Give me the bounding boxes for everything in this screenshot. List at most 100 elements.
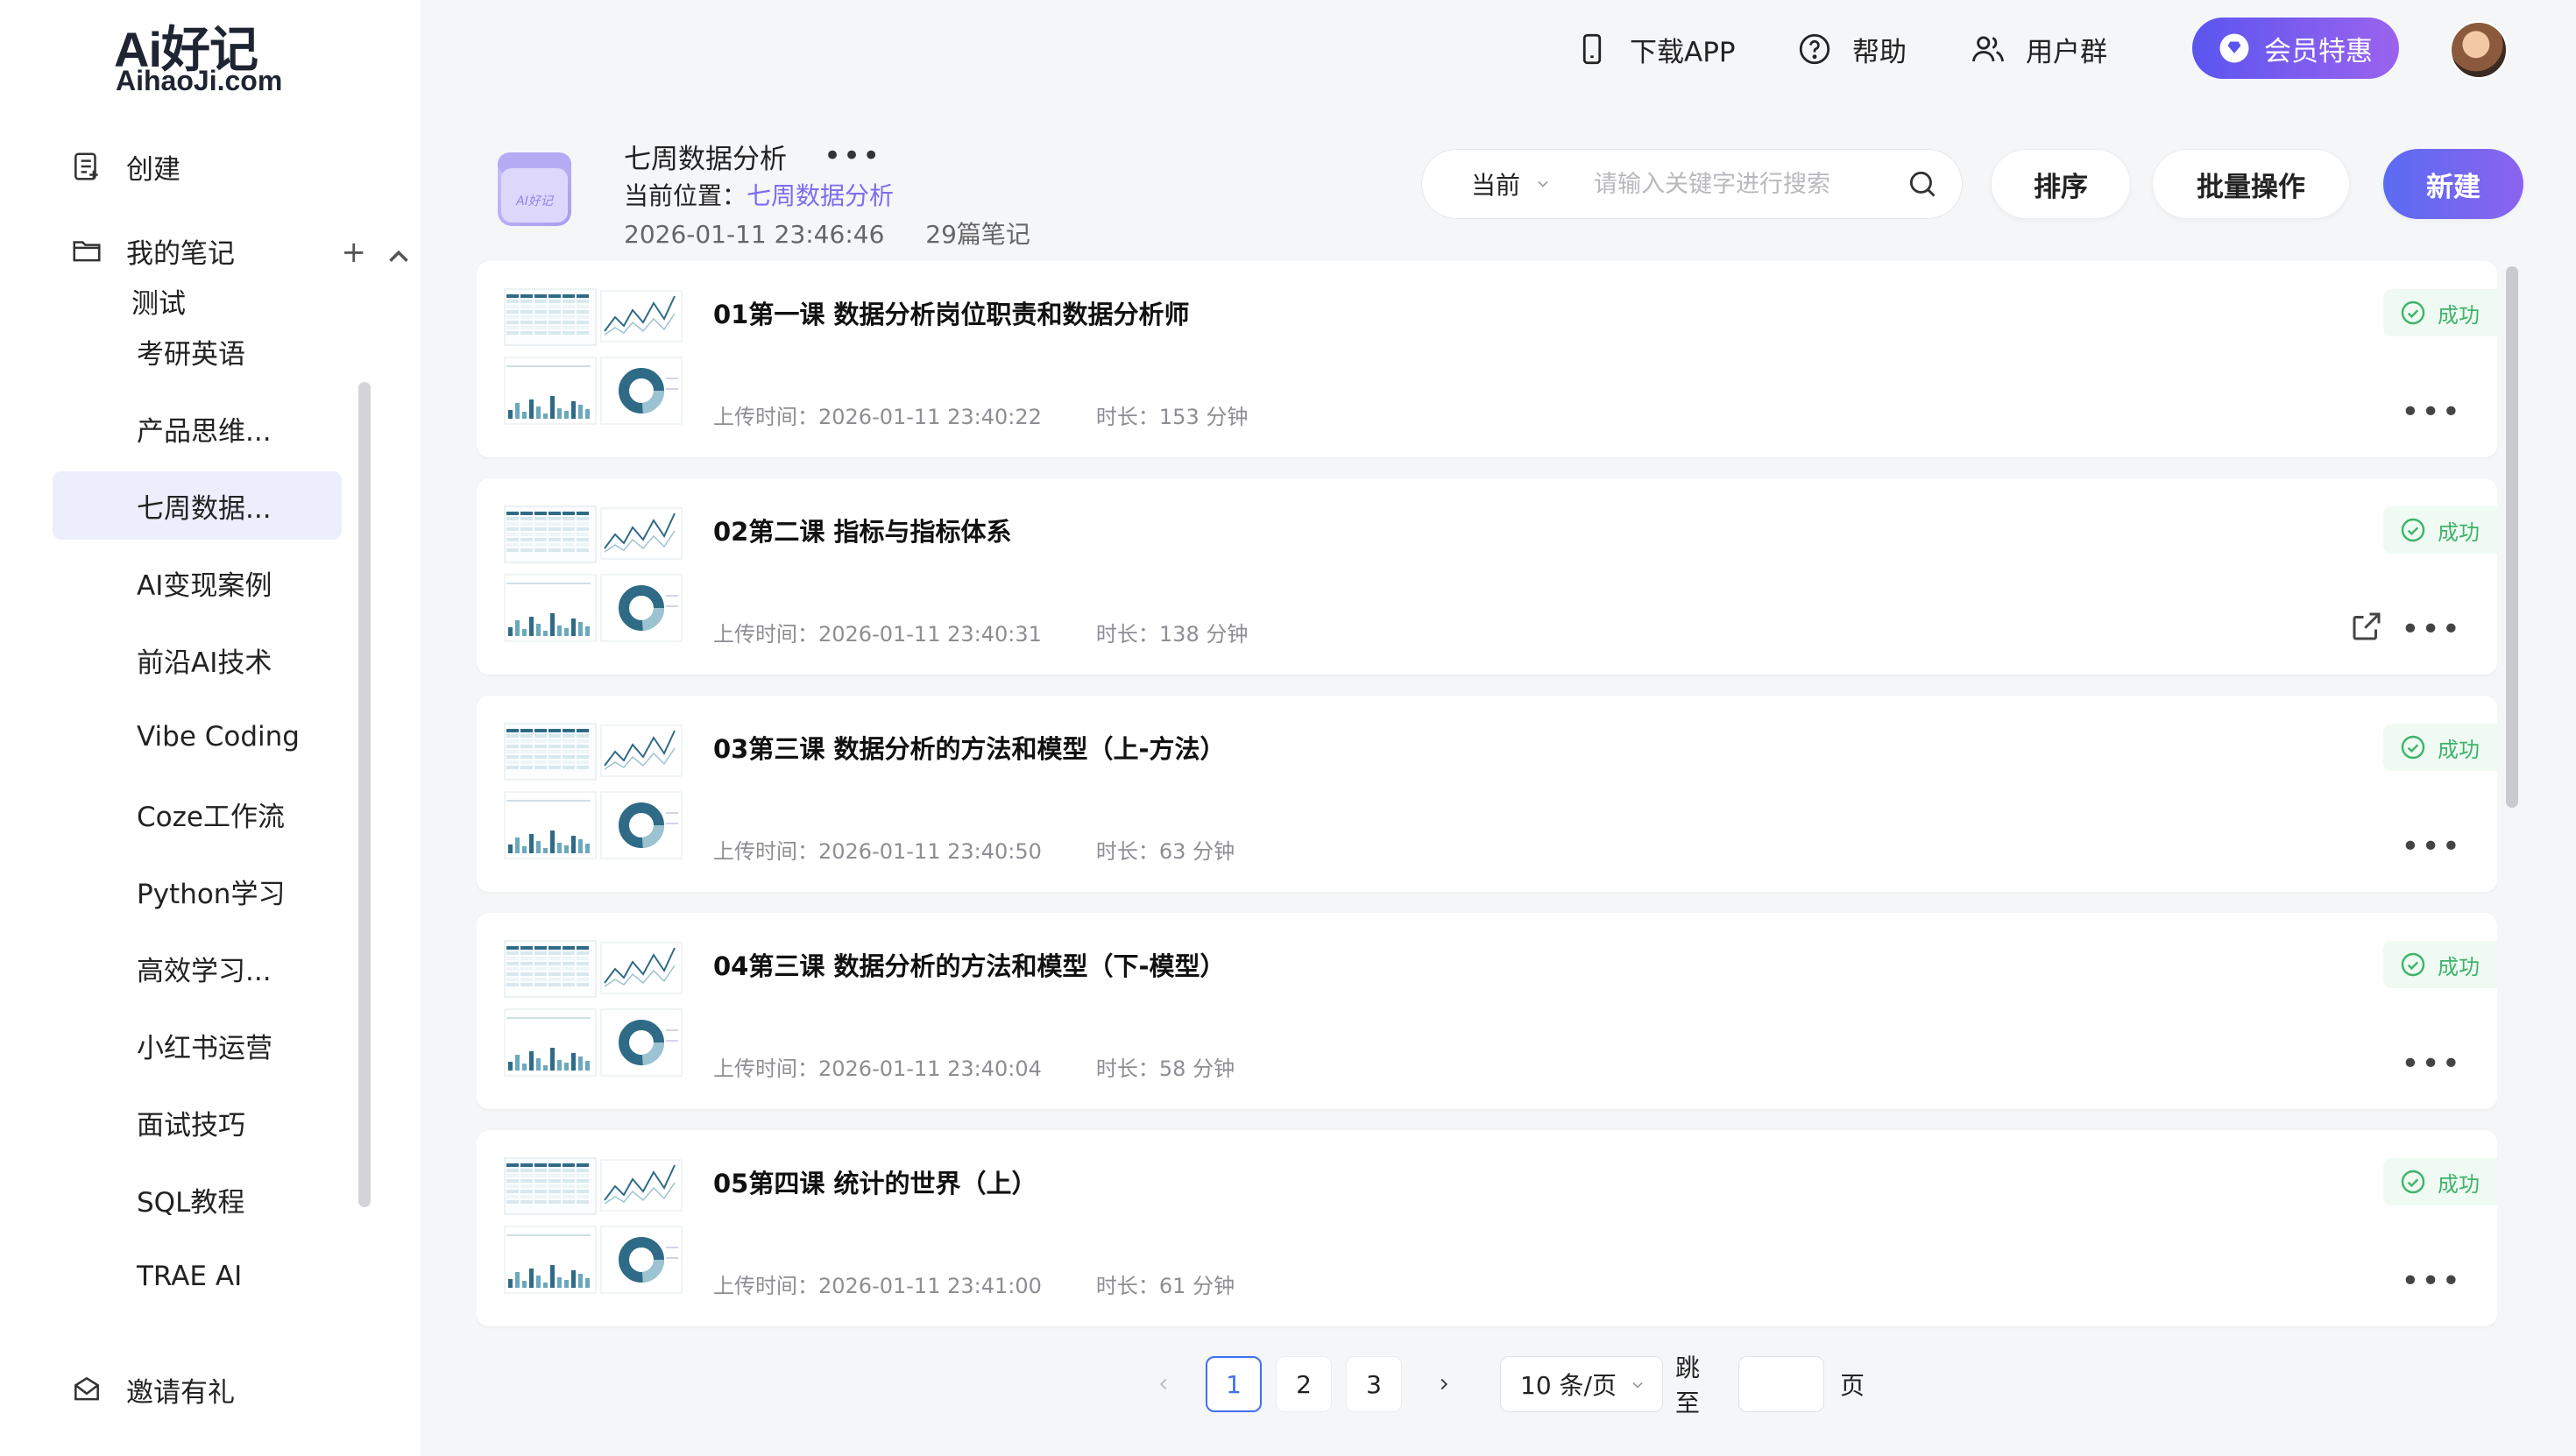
- note-card[interactable]: 03第三课 数据分析的方法和模型（上-方法） 上传时间：2026-01-11 2…: [477, 696, 2497, 892]
- sidebar-notebook-item[interactable]: 面试技巧: [53, 1088, 342, 1156]
- status-badge: 成功: [2383, 941, 2497, 988]
- batch-operation-button[interactable]: 批量操作: [2152, 149, 2350, 219]
- page-suffix: 页: [1840, 1356, 1865, 1412]
- check-circle-icon: [2401, 735, 2425, 760]
- check-circle-icon: [2401, 1170, 2425, 1194]
- note-duration: 时长：138 分钟: [1095, 622, 1249, 647]
- jump-label-text: 跳至: [1675, 1354, 1701, 1417]
- status-label: 成功: [2438, 519, 2480, 545]
- note-thumbnail: [503, 505, 685, 647]
- page-button[interactable]: 2: [1276, 1356, 1332, 1412]
- nav-invite[interactable]: 邀请有礼: [70, 1363, 235, 1416]
- download-app-link[interactable]: 下载APP: [1574, 25, 1736, 74]
- jump-page-input[interactable]: [1738, 1356, 1824, 1412]
- app-logo[interactable]: Ai好记 AihaoJi.com: [114, 11, 307, 96]
- note-more-icon[interactable]: •••: [2401, 1263, 2462, 1299]
- sidebar-notebook-item[interactable]: Coze工作流: [53, 780, 342, 848]
- folder-icon: [73, 241, 101, 262]
- page-size-select[interactable]: 10 条/页: [1500, 1356, 1663, 1412]
- sidebar-notebook-label: 考研英语: [137, 338, 245, 371]
- svg-text:AI好记: AI好记: [515, 194, 555, 209]
- note-meta: 上传时间：2026-01-11 23:40:50 时长：63 分钟: [713, 834, 1235, 865]
- search-scope-select[interactable]: 当前: [1471, 166, 1552, 201]
- sidebar-notebook-item[interactable]: TRAE AI: [53, 1242, 342, 1311]
- search-input[interactable]: [1592, 169, 1886, 199]
- note-title: 04第三课 数据分析的方法和模型（下-模型）: [713, 951, 1226, 981]
- breadcrumb-link[interactable]: 七周数据分析: [747, 181, 894, 210]
- sidebar-notebook-label: 产品思维...: [137, 415, 272, 448]
- note-card[interactable]: 02第二课 指标与指标体系 上传时间：2026-01-11 23:40:31 时长…: [477, 478, 2497, 675]
- sidebar-notebook-item[interactable]: SQL教程: [53, 1165, 342, 1233]
- sidebar: Ai好记 AihaoJi.com 创建 我的笔记 + 测试 考研英语 产品思维...…: [0, 0, 421, 1456]
- search-icon[interactable]: [1906, 167, 1939, 201]
- note-card[interactable]: 05第四课 统计的世界（上） 上传时间：2026-01-11 23:41:00 时…: [477, 1130, 2497, 1326]
- sidebar-notebook-item[interactable]: 高效学习...: [53, 934, 342, 1002]
- next-page-button[interactable]: [1419, 1356, 1468, 1412]
- user-avatar[interactable]: [2450, 21, 2508, 79]
- note-meta: 上传时间：2026-01-11 23:40:04 时长：58 分钟: [713, 1051, 1235, 1082]
- note-thumbnail: [503, 1156, 685, 1298]
- sidebar-scrollbar[interactable]: [358, 382, 371, 1207]
- note-list: 01第一课 数据分析岗位职责和数据分析师 上传时间：2026-01-11 23:…: [477, 261, 2497, 1332]
- sidebar-notebook-item[interactable]: 考研英语: [53, 317, 342, 385]
- note-upload-time: 上传时间：2026-01-11 23:40:50: [713, 839, 1042, 864]
- help-icon: [1799, 33, 1830, 65]
- note-meta: 上传时间：2026-01-11 23:40:22 时长：153 分钟: [713, 399, 1248, 430]
- note-duration: 时长：63 分钟: [1095, 839, 1235, 864]
- note-card[interactable]: 04第三课 数据分析的方法和模型（下-模型） 上传时间：2026-01-11 2…: [477, 913, 2497, 1109]
- notebook-more-icon[interactable]: •••: [824, 138, 881, 173]
- vip-offer-button[interactable]: 会员特惠: [2192, 18, 2399, 79]
- notebook-timestamp: 2026-01-11 23:46:46: [624, 220, 885, 249]
- diamond-icon: [2219, 33, 2249, 63]
- sidebar-notebook-item[interactable]: Python学习: [53, 857, 342, 925]
- check-circle-icon: [2401, 952, 2425, 977]
- sidebar-notebook-item[interactable]: 产品思维...: [53, 394, 342, 463]
- create-note-icon: [74, 152, 98, 180]
- chevron-down-icon: [1632, 1382, 1643, 1389]
- sidebar-notebook-item[interactable]: Vibe Coding: [53, 703, 342, 771]
- note-duration: 时长：61 分钟: [1095, 1274, 1235, 1298]
- nav-create[interactable]: 创建: [70, 140, 180, 193]
- sort-button[interactable]: 排序: [1991, 149, 2131, 219]
- chevron-left-icon: [1159, 1378, 1167, 1390]
- note-duration: 时长：153 分钟: [1095, 405, 1249, 429]
- sidebar-notebook-label: Python学习: [137, 878, 286, 910]
- status-label: 成功: [2438, 1171, 2480, 1197]
- search-bar: 当前: [1421, 149, 1963, 219]
- share-icon[interactable]: [2348, 608, 2385, 645]
- sidebar-notebook-label: SQL教程: [137, 1186, 245, 1219]
- user-group-link[interactable]: 用户群: [1970, 25, 2107, 74]
- note-more-icon[interactable]: •••: [2401, 611, 2462, 647]
- check-circle-icon: [2401, 300, 2425, 325]
- note-more-icon[interactable]: •••: [2401, 1046, 2462, 1082]
- note-more-icon[interactable]: •••: [2401, 394, 2462, 430]
- chevron-up-icon[interactable]: [382, 240, 415, 273]
- sidebar-notebook-item[interactable]: AI变现案例: [53, 548, 342, 617]
- sidebar-notebook-label: 前沿AI技术: [137, 647, 272, 679]
- sidebar-notebook-label: TRAE AI: [137, 1261, 243, 1292]
- status-badge: 成功: [2383, 289, 2497, 336]
- page-button[interactable]: 1: [1206, 1356, 1262, 1412]
- new-note-button[interactable]: 新建: [2383, 149, 2523, 219]
- help-link[interactable]: 帮助: [1796, 25, 1907, 74]
- note-more-icon[interactable]: •••: [2401, 829, 2462, 865]
- breadcrumb: 当前位置：七周数据分析: [624, 177, 894, 212]
- sidebar-notebook-item[interactable]: 七周数据...: [53, 471, 342, 540]
- note-meta: 上传时间：2026-01-11 23:40:31 时长：138 分钟: [713, 617, 1248, 647]
- add-folder-icon[interactable]: +: [342, 235, 367, 273]
- list-scrollbar[interactable]: [2506, 266, 2518, 808]
- chevron-right-icon: [1440, 1378, 1448, 1390]
- page-button[interactable]: 3: [1346, 1356, 1402, 1412]
- status-badge: 成功: [2383, 1158, 2497, 1205]
- sidebar-notebook-label: 测试: [131, 287, 186, 320]
- note-card[interactable]: 01第一课 数据分析岗位职责和数据分析师 上传时间：2026-01-11 23:…: [477, 261, 2497, 457]
- prev-page-button[interactable]: [1139, 1356, 1188, 1412]
- status-badge: 成功: [2383, 506, 2497, 554]
- sidebar-notebook-label: 小红书运营: [137, 1032, 272, 1064]
- page-number: 1: [1226, 1369, 1242, 1399]
- chevron-down-icon: [1538, 180, 1548, 187]
- page-number: 3: [1366, 1369, 1382, 1399]
- sidebar-notebook-item[interactable]: 小红书运营: [53, 1011, 342, 1079]
- sidebar-notebook-item[interactable]: 前沿AI技术: [53, 626, 342, 694]
- note-upload-time: 上传时间：2026-01-11 23:40:31: [713, 622, 1042, 647]
